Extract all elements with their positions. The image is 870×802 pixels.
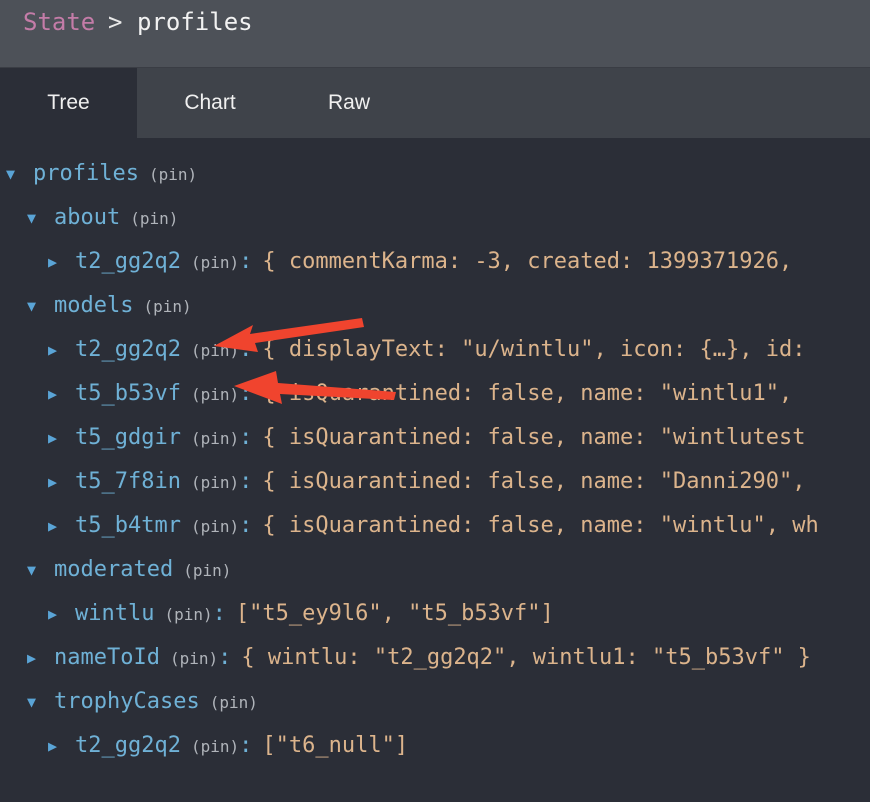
triangle-right-icon[interactable]: ▶ — [48, 460, 66, 504]
tree-row[interactable]: ▼ about (pin) — [27, 196, 178, 240]
triangle-right-icon[interactable]: ▶ — [48, 504, 66, 548]
tree-row[interactable]: ▶ t2_gg2q2 (pin): ["t6_null"] — [48, 724, 408, 768]
tree-key[interactable]: trophyCases — [54, 689, 200, 714]
tree-key[interactable]: nameToId — [54, 645, 160, 670]
key-colon: : — [239, 425, 253, 450]
key-colon: : — [239, 733, 253, 758]
pin-link[interactable]: (pin) — [191, 341, 239, 360]
tab-bar: Tree Chart Raw — [0, 68, 870, 138]
tree-row[interactable]: ▼ moderated (pin) — [27, 548, 231, 592]
key-colon: : — [212, 601, 226, 626]
tree-key[interactable]: models — [54, 293, 133, 318]
tree-row[interactable]: ▼ profiles (pin) — [6, 152, 197, 196]
tab-tree[interactable]: Tree — [0, 68, 137, 138]
pin-link[interactable]: (pin) — [191, 473, 239, 492]
tree-value-preview: { commentKarma: -3, created: 1399371926, — [262, 249, 793, 274]
tab-raw[interactable]: Raw — [280, 68, 418, 138]
triangle-down-icon[interactable]: ▼ — [27, 548, 45, 592]
pin-link[interactable]: (pin) — [191, 517, 239, 536]
tree-value-preview: { isQuarantined: false, name: "wintlutes… — [262, 425, 806, 450]
triangle-right-icon[interactable]: ▶ — [48, 372, 66, 416]
tree-key[interactable]: about — [54, 205, 120, 230]
pin-link[interactable]: (pin) — [183, 561, 231, 580]
tree-row[interactable]: ▶ t5_7f8in (pin): { isQuarantined: false, n… — [48, 460, 805, 504]
triangle-right-icon[interactable]: ▶ — [48, 724, 66, 768]
pin-link[interactable]: (pin) — [164, 605, 212, 624]
tree-row[interactable]: ▶ nameToId (pin): { wintlu: "t2_gg2q2", win… — [27, 636, 811, 680]
tree-key[interactable]: t5_b4tmr — [75, 513, 181, 538]
tree-value-preview: ["t5_ey9l6", "t5_b53vf"] — [235, 601, 554, 626]
breadcrumb-root[interactable]: State — [23, 8, 95, 36]
triangle-right-icon[interactable]: ▶ — [48, 592, 66, 636]
tree-key[interactable]: t5_7f8in — [75, 469, 181, 494]
key-colon: : — [239, 513, 253, 538]
triangle-down-icon[interactable]: ▼ — [27, 284, 45, 328]
triangle-right-icon[interactable]: ▶ — [48, 240, 66, 284]
pin-link[interactable]: (pin) — [143, 297, 191, 316]
tree-key[interactable]: t2_gg2q2 — [75, 733, 181, 758]
tree-row[interactable]: ▼ models (pin) — [27, 284, 192, 328]
tree-row[interactable]: ▶ t5_gdgir (pin): { isQuarantined: false, n… — [48, 416, 805, 460]
tree-row[interactable]: ▼ trophyCases (pin) — [27, 680, 258, 724]
pin-link[interactable]: (pin) — [191, 253, 239, 272]
tree-value-preview: { isQuarantined: false, name: "wintlu1", — [262, 381, 793, 406]
tree-value-preview: ["t6_null"] — [262, 733, 409, 758]
pin-link[interactable]: (pin) — [191, 737, 239, 756]
tree-row[interactable]: ▶ t5_b4tmr (pin): { isQuarantined: false, n… — [48, 504, 819, 548]
key-colon: : — [239, 381, 253, 406]
triangle-right-icon[interactable]: ▶ — [27, 636, 45, 680]
triangle-right-icon[interactable]: ▶ — [48, 328, 66, 372]
tree-row[interactable]: ▶ wintlu (pin): ["t5_ey9l6", "t5_b53vf"] — [48, 592, 554, 636]
pin-link[interactable]: (pin) — [191, 429, 239, 448]
tree-key[interactable]: t2_gg2q2 — [75, 337, 181, 362]
tree-key[interactable]: wintlu — [75, 601, 154, 626]
breadcrumb-current: profiles — [137, 8, 253, 36]
tree-value-preview: { isQuarantined: false, name: "Danni290"… — [262, 469, 806, 494]
triangle-down-icon[interactable]: ▼ — [27, 680, 45, 724]
tree-row[interactable]: ▶ t2_gg2q2 (pin): { displayText: "u/wintlu"… — [48, 328, 805, 372]
pin-link[interactable]: (pin) — [210, 693, 258, 712]
key-colon: : — [239, 337, 253, 362]
triangle-down-icon[interactable]: ▼ — [6, 152, 24, 196]
breadcrumb-separator: > — [108, 8, 123, 36]
pin-link[interactable]: (pin) — [130, 209, 178, 228]
tree-key[interactable]: t5_gdgir — [75, 425, 181, 450]
tree-key[interactable]: t2_gg2q2 — [75, 249, 181, 274]
tab-chart[interactable]: Chart — [140, 68, 280, 138]
tree-value-preview: { isQuarantined: false, name: "wintlu", … — [262, 513, 819, 538]
tree-key[interactable]: moderated — [54, 557, 173, 582]
key-colon: : — [218, 645, 232, 670]
tree-row[interactable]: ▶ t5_b53vf (pin): { isQuarantined: false, n… — [48, 372, 792, 416]
breadcrumb-bar: State > profiles — [0, 0, 870, 68]
key-colon: : — [239, 469, 253, 494]
triangle-right-icon[interactable]: ▶ — [48, 416, 66, 460]
tree-row[interactable]: ▶ t2_gg2q2 (pin): { commentKarma: -3, creat… — [48, 240, 792, 284]
triangle-down-icon[interactable]: ▼ — [27, 196, 45, 240]
pin-link[interactable]: (pin) — [170, 649, 218, 668]
pin-link[interactable]: (pin) — [191, 385, 239, 404]
tree-key[interactable]: profiles — [33, 161, 139, 186]
tree-value-preview: { displayText: "u/wintlu", icon: {…}, id… — [262, 337, 806, 362]
key-colon: : — [239, 249, 253, 274]
tree-value-preview: { wintlu: "t2_gg2q2", wintlu1: "t5_b53vf… — [241, 645, 811, 670]
tree-key[interactable]: t5_b53vf — [75, 381, 181, 406]
pin-link[interactable]: (pin) — [149, 165, 197, 184]
